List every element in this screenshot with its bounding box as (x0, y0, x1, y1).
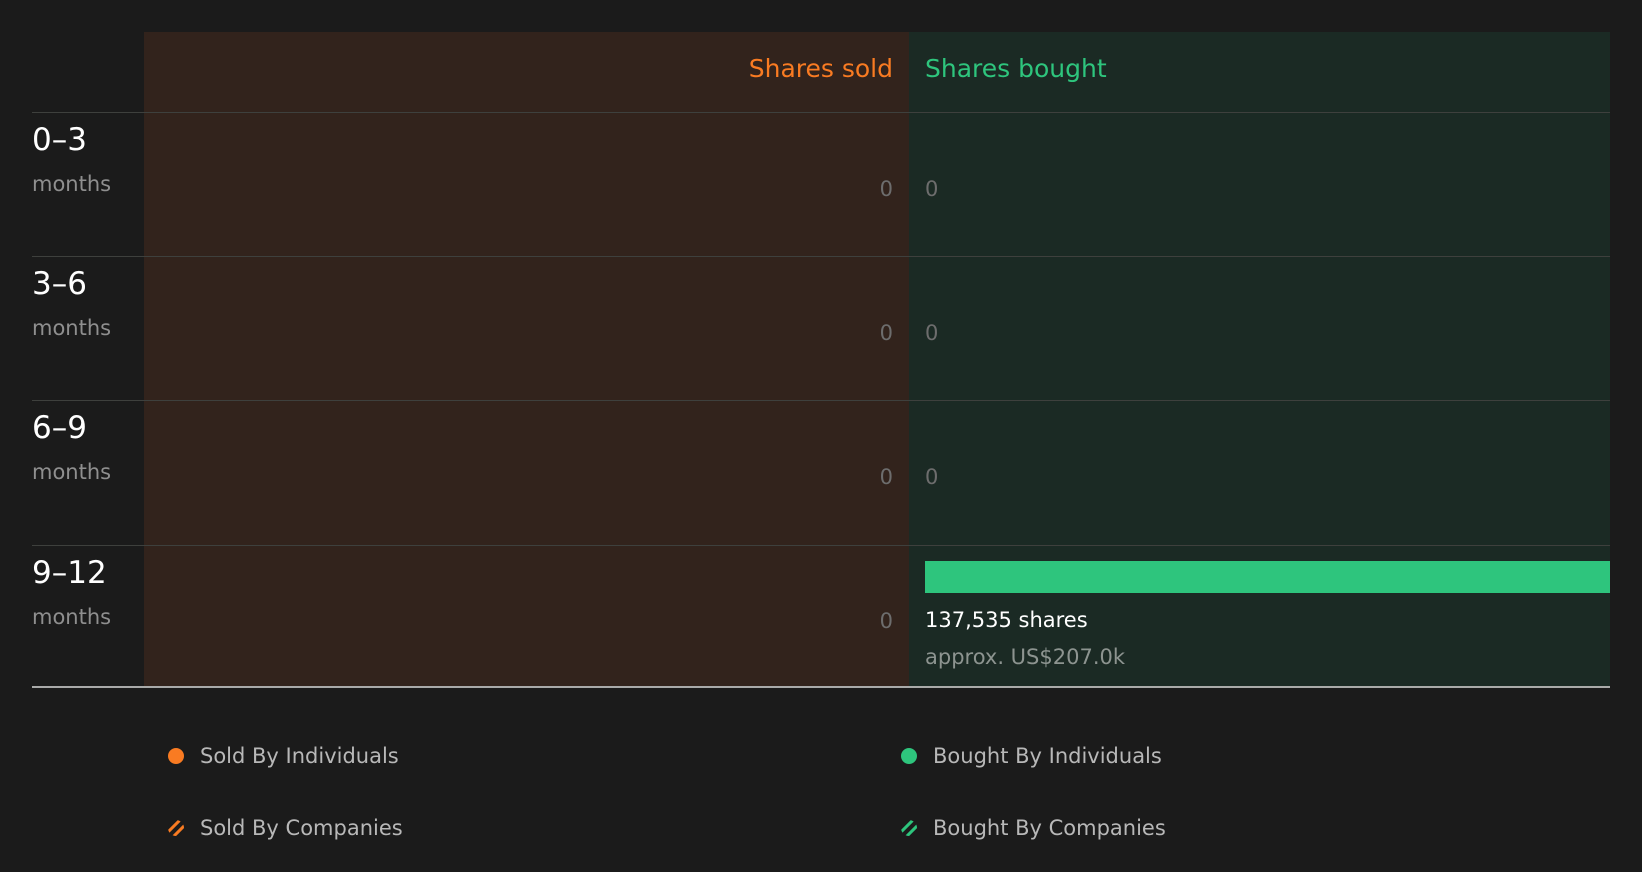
row-unit-label: months (32, 605, 112, 629)
sold-value-label: 0 (879, 321, 893, 345)
sold-individuals-legend-dot (168, 748, 184, 764)
gridline (32, 112, 1610, 113)
bought-value-label: 0 (925, 465, 939, 489)
gridline (32, 545, 1610, 546)
bought-value-label: 0 (925, 177, 939, 201)
bought-value-label: 0 (925, 321, 939, 345)
row-unit-label: months (32, 316, 112, 340)
bought-individuals-legend-dot (901, 748, 917, 764)
gridline (32, 256, 1610, 257)
legend-bought-individuals: Bought By Individuals (933, 744, 1162, 768)
row-unit-label: months (32, 172, 112, 196)
row-range-label: 0–3 (32, 122, 87, 158)
chart-baseline (32, 686, 1610, 688)
gridline (32, 400, 1610, 401)
legend-bought-companies: Bought By Companies (933, 816, 1166, 840)
row-range-label: 6–9 (32, 410, 87, 446)
shares-bought-header: Shares bought (925, 54, 1107, 83)
sold-value-label: 0 (879, 609, 893, 633)
row-range-label: 9–12 (32, 555, 107, 591)
row-unit-label: months (32, 460, 112, 484)
shares-sold-panel (144, 32, 909, 687)
bought-companies-legend-swatch (901, 820, 917, 836)
bought-approx-value: approx. US$207.0k (925, 645, 1126, 669)
sold-value-label: 0 (879, 177, 893, 201)
shares-sold-header: Shares sold (748, 54, 893, 83)
bought-shares-label: 137,535 shares (925, 608, 1088, 632)
row-range-label: 3–6 (32, 266, 87, 302)
sold-value-label: 0 (879, 465, 893, 489)
sold-companies-legend-swatch (168, 820, 184, 836)
bought-bar-9-12 (925, 561, 1610, 593)
legend-sold-individuals: Sold By Individuals (200, 744, 399, 768)
legend-sold-companies: Sold By Companies (200, 816, 403, 840)
